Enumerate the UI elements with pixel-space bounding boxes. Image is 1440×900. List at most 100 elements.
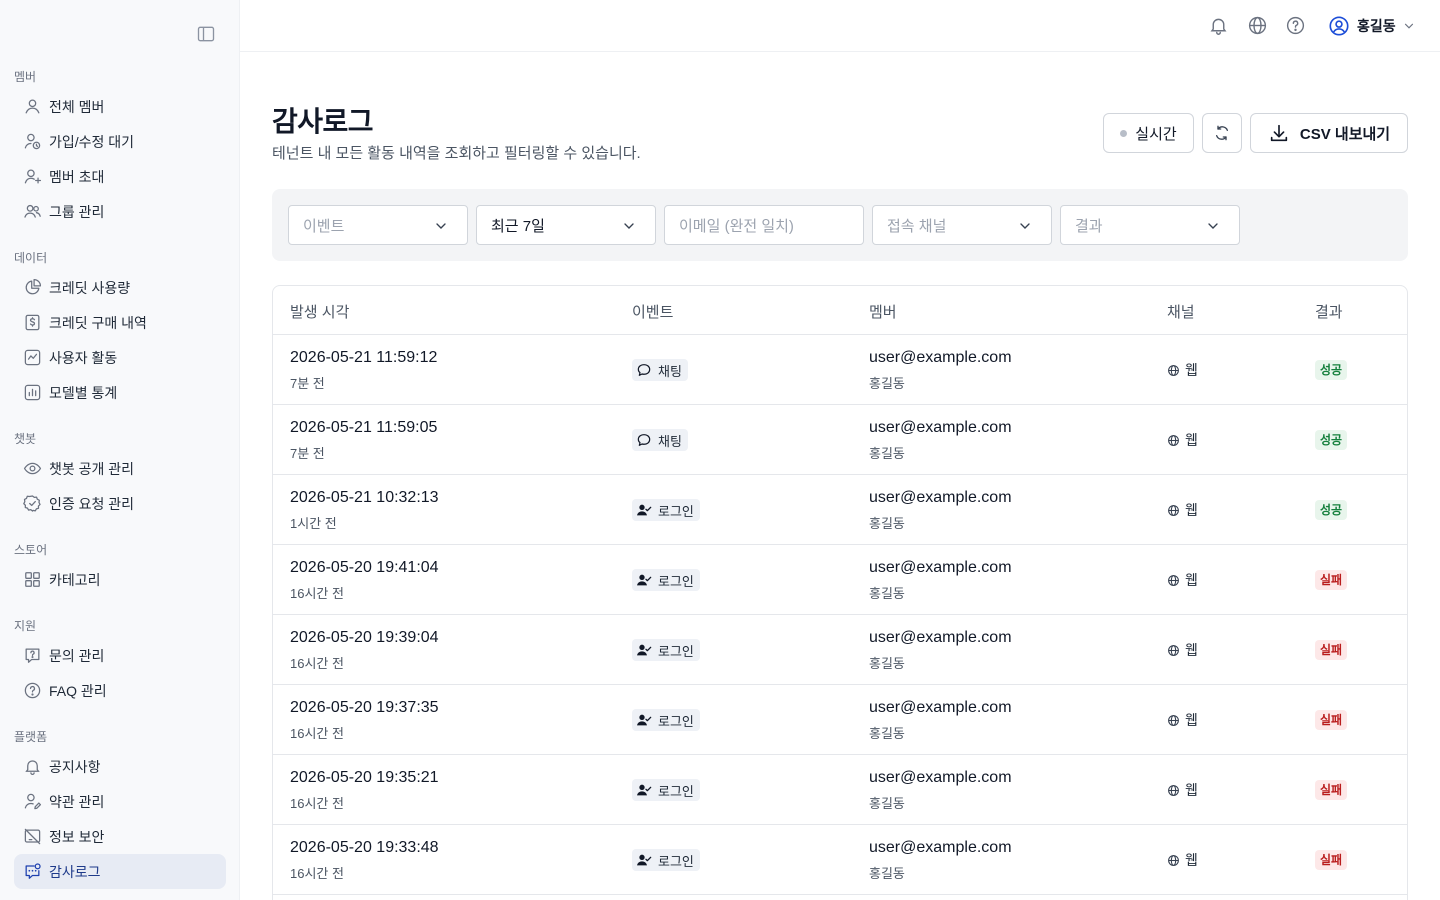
chevron-down-icon xyxy=(1402,19,1416,33)
channel-cell: 웹 xyxy=(1167,500,1198,520)
sidebar-item[interactable]: 감사로그 xyxy=(14,854,226,889)
sidebar-item[interactable]: 멤버 초대 xyxy=(14,159,226,194)
nav-group: 챗봇챗봇 공개 관리인증 요청 관리 xyxy=(14,430,226,521)
user-check-icon xyxy=(636,572,652,588)
receipt-dollar-icon xyxy=(22,313,42,333)
email-filter-placeholder: 이메일 (완전 일치) xyxy=(679,217,794,235)
sidebar-item-label: 멤버 초대 xyxy=(49,168,105,185)
event-relative-time: 16시간 전 xyxy=(290,656,344,671)
column-header-result[interactable]: 결과 xyxy=(1315,301,1343,322)
globe-icon xyxy=(1167,854,1180,867)
event-label: 로그인 xyxy=(658,643,694,659)
sidebar-item-label: 사용자 활동 xyxy=(49,349,118,366)
table-row[interactable]: 2026-05-20 19:39:04 16시간 전 로그인 user@example… xyxy=(273,615,1407,685)
table-row[interactable]: 2026-05-20 19:35:21 16시간 전 로그인 user@example… xyxy=(273,755,1407,825)
table-row[interactable]: 2026-05-20 19:41:04 16시간 전 로그인 user@example… xyxy=(273,545,1407,615)
activity-chart-icon xyxy=(22,348,42,368)
column-header-channel[interactable]: 채널 xyxy=(1167,301,1195,322)
sidebar-toggle-icon[interactable] xyxy=(196,24,218,46)
column-header-time[interactable]: 발생 시각 xyxy=(290,301,349,322)
sidebar-item-label: 약관 관리 xyxy=(49,793,105,810)
event-filter-select[interactable]: 이벤트 xyxy=(288,205,468,245)
date-range-select[interactable]: 최근 7일 xyxy=(476,205,656,245)
status-badge: 성공 xyxy=(1315,430,1348,450)
nav-group-title: 챗봇 xyxy=(14,432,37,446)
sidebar-item[interactable]: 문의 관리 xyxy=(14,638,226,673)
sidebar-item[interactable]: 인증 요청 관리 xyxy=(14,486,226,521)
status-badge: 실패 xyxy=(1315,780,1348,800)
user-circle-icon xyxy=(1328,15,1350,37)
chevron-down-icon xyxy=(621,218,637,234)
email-filter-input[interactable]: 이메일 (완전 일치) xyxy=(664,205,864,245)
channel-cell: 웹 xyxy=(1167,710,1198,730)
chat-bubble-icon xyxy=(636,362,652,378)
bell-icon[interactable] xyxy=(1208,15,1230,37)
status-badge: 실패 xyxy=(1315,710,1348,730)
sidebar-item[interactable]: 그룹 관리 xyxy=(14,194,226,229)
realtime-toggle-button[interactable]: 실시간 xyxy=(1103,113,1194,153)
sidebar-item[interactable]: 가입/수정 대기 xyxy=(14,124,226,159)
member-email: user@example.com xyxy=(869,559,1012,576)
bell-icon xyxy=(22,757,42,777)
bar-chart-icon xyxy=(22,383,42,403)
event-label: 로그인 xyxy=(658,783,694,799)
sidebar-item[interactable]: 크레딧 구매 내역 xyxy=(14,305,226,340)
table-row[interactable]: 2026-05-21 10:32:13 1시간 전 로그인 user@example.… xyxy=(273,475,1407,545)
globe-icon xyxy=(1167,574,1180,587)
sidebar-item[interactable]: 챗봇 공개 관리 xyxy=(14,451,226,486)
user-menu[interactable]: 홍길동 xyxy=(1328,13,1416,39)
sidebar-item[interactable]: 전체 멤버 xyxy=(14,89,226,124)
sidebar-item-label: 감사로그 xyxy=(49,863,101,880)
sidebar-item[interactable]: 크레딧 사용량 xyxy=(14,270,226,305)
audit-log-table: 발생 시각 이벤트 멤버 채널 결과 2026-05-21 11:59:12 7분… xyxy=(272,285,1408,900)
sidebar-item[interactable]: 모델별 통계 xyxy=(14,375,226,410)
table-row[interactable]: 2026-05-20 19:33:48 16시간 전 로그인 user@example… xyxy=(273,825,1407,895)
event-badge: 채팅 xyxy=(632,359,688,381)
member-email: user@example.com xyxy=(869,629,1012,646)
nav-group-title: 데이터 xyxy=(14,251,48,265)
member-name: 홍길동 xyxy=(869,376,905,391)
event-time: 2026-05-20 19:37:35 xyxy=(290,699,439,716)
filter-bar: 이벤트 최근 7일 이메일 (완전 일치) 접속 채널 결과 xyxy=(272,189,1408,261)
channel-filter-select[interactable]: 접속 채널 xyxy=(872,205,1052,245)
nav-group: 데이터크레딧 사용량 크레딧 구매 내역사용자 활동모델별 통계 xyxy=(14,249,226,410)
status-badge: 실패 xyxy=(1315,640,1348,660)
event-relative-time: 7분 전 xyxy=(290,376,325,391)
table-row[interactable]: 2026-05-21 11:59:05 7분 전 채팅 user@example.co… xyxy=(273,405,1407,475)
sidebar-item[interactable]: 정보 보안 xyxy=(14,819,226,854)
csv-export-label: CSV 내보내기 xyxy=(1299,125,1391,143)
download-icon xyxy=(1270,124,1288,142)
nav-group: 플랫폼 공지사항 약관 관리 정보 보안 감사로그 xyxy=(14,728,226,889)
column-header-event[interactable]: 이벤트 xyxy=(632,301,673,322)
sidebar-item[interactable]: 공지사항 xyxy=(14,749,226,784)
member-name: 홍길동 xyxy=(869,866,905,881)
nav-group-title: 멤버 xyxy=(14,70,37,84)
sidebar-item-label: 챗봇 공개 관리 xyxy=(49,460,135,477)
event-badge: 로그인 xyxy=(632,779,700,801)
result-filter-select[interactable]: 결과 xyxy=(1060,205,1240,245)
event-time: 2026-05-21 11:59:12 xyxy=(290,349,438,366)
sidebar-item[interactable]: 사용자 활동 xyxy=(14,340,226,375)
sidebar-item[interactable]: 카테고리 xyxy=(14,562,226,597)
user-check-icon xyxy=(636,712,652,728)
table-row[interactable]: 2026-05-21 11:59:12 7분 전 채팅 user@example.co… xyxy=(273,335,1407,405)
badge-check-icon xyxy=(22,494,42,514)
sidebar-item[interactable]: 약관 관리 xyxy=(14,784,226,819)
member-email: user@example.com xyxy=(869,349,1012,366)
globe-icon xyxy=(1167,364,1180,377)
sidebar-item-label: 전체 멤버 xyxy=(49,98,105,115)
column-header-member[interactable]: 멤버 xyxy=(869,301,897,322)
globe-icon[interactable] xyxy=(1247,15,1269,37)
event-relative-time: 16시간 전 xyxy=(290,586,344,601)
nav-group: 지원 문의 관리 FAQ 관리 xyxy=(14,617,226,708)
event-filter-placeholder: 이벤트 xyxy=(303,217,345,235)
event-label: 로그인 xyxy=(658,573,694,589)
refresh-button[interactable] xyxy=(1202,113,1242,153)
help-circle-icon[interactable] xyxy=(1285,15,1307,37)
sidebar-item[interactable]: FAQ 관리 xyxy=(14,673,226,708)
table-row[interactable]: 2026-05-20 19:37:35 16시간 전 로그인 user@example… xyxy=(273,685,1407,755)
event-badge: 로그인 xyxy=(632,639,700,661)
channel-label: 웹 xyxy=(1185,572,1198,588)
csv-export-button[interactable]: CSV 내보내기 xyxy=(1250,113,1408,153)
nav-group: 스토어 카테고리 xyxy=(14,541,226,597)
